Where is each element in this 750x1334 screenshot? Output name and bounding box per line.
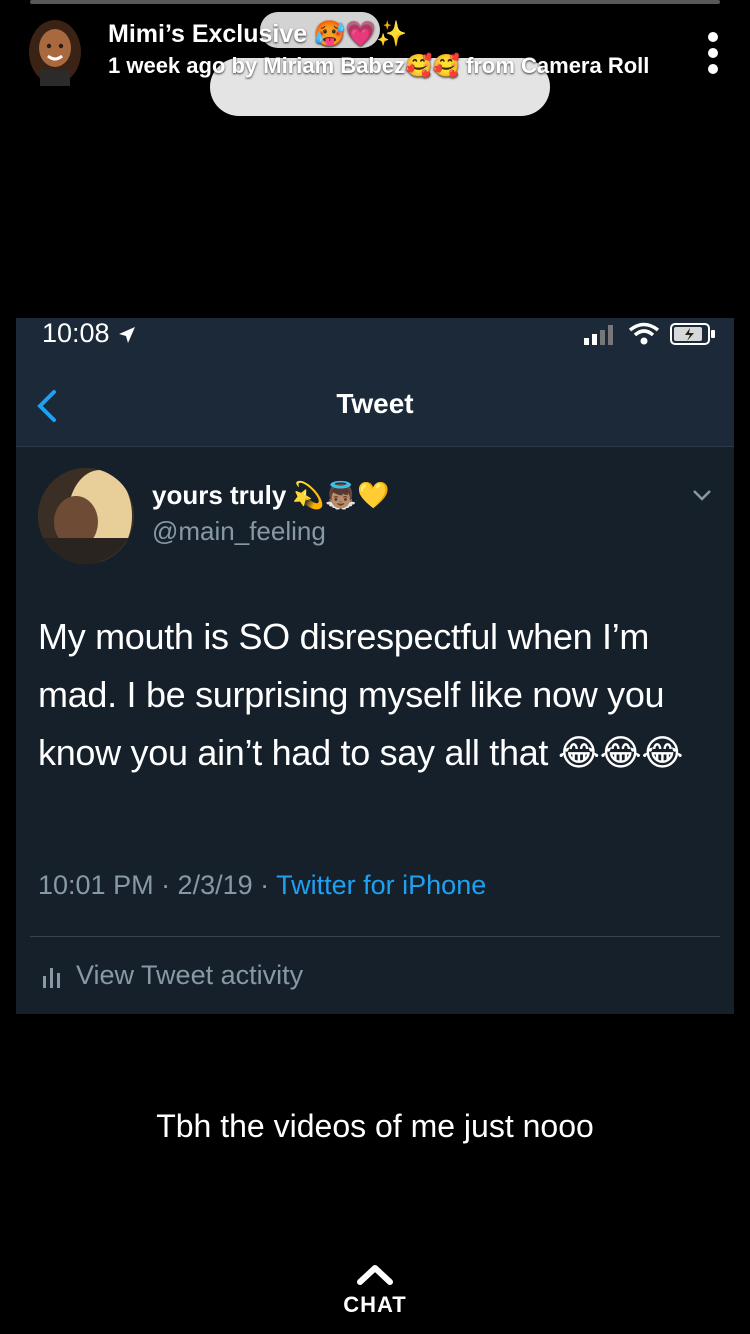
tweet-nav-bar: Tweet: [16, 358, 734, 447]
wifi-icon: [628, 322, 660, 345]
display-name-text: yours truly: [152, 480, 287, 510]
name-emojis: 💫👼🏽💛: [292, 480, 390, 510]
snap-story-view: Mimi’s Exclusive 🥵💗✨ 1 week ago by Miria…: [0, 0, 750, 1334]
story-title: Mimi’s Exclusive 🥵💗✨: [108, 20, 408, 48]
tweet-text: My mouth is SO disrespectful when I’m ma…: [38, 608, 718, 782]
status-time: 10:08: [42, 318, 137, 349]
nav-title: Tweet: [336, 388, 414, 419]
bitmoji-avatar[interactable]: [26, 18, 84, 86]
chat-chevron-icon[interactable]: [356, 1262, 394, 1288]
location-arrow-icon: [119, 326, 136, 343]
tweet-meta: 10:01 PM · 2/3/19 · Twitter for iPhone: [38, 870, 486, 901]
story-progress-bar: [30, 0, 720, 4]
user-handle[interactable]: @main_feeling: [152, 516, 326, 547]
chat-button[interactable]: CHAT: [0, 1292, 750, 1318]
snap-caption: Tbh the videos of me just nooo: [156, 1108, 594, 1144]
caret-down-icon[interactable]: [692, 488, 712, 502]
story-subtitle: 1 week ago by Miriam Babez🥰🥰 from Camera…: [108, 53, 650, 78]
ios-status-bar: 10:08: [16, 318, 734, 358]
profile-photo: [38, 468, 134, 564]
status-icons: [584, 322, 716, 346]
battery-icon: [670, 323, 715, 345]
laughing-emojis: 😂😂😂: [557, 732, 684, 773]
activity-label: View Tweet activity: [76, 960, 304, 990]
bar-chart-icon: [43, 967, 60, 988]
divider: [30, 936, 720, 937]
view-tweet-activity[interactable]: View Tweet activity: [42, 960, 303, 991]
tweet-timestamp: 10:01 PM · 2/3/19 ·: [38, 870, 277, 900]
display-name[interactable]: yours truly 💫👼🏽💛: [152, 480, 390, 511]
tweet-source-link[interactable]: Twitter for iPhone: [276, 870, 486, 900]
signal-icon: [584, 325, 613, 345]
tweet-screenshot: 10:08 Tweet yours truly 💫👼🏽💛 @main_feeli…: [16, 318, 734, 1014]
story-header[interactable]: Mimi’s Exclusive 🥵💗✨ 1 week ago by Miria…: [108, 20, 649, 79]
profile-picture[interactable]: [38, 468, 134, 564]
more-icon[interactable]: [700, 30, 726, 76]
